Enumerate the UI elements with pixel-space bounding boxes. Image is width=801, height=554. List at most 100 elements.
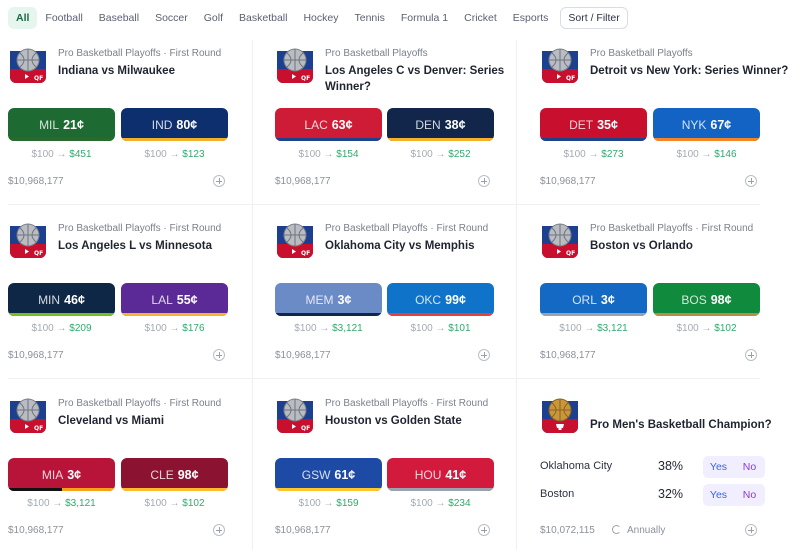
add-icon[interactable] bbox=[478, 349, 490, 361]
payout-text: $100 → $209 bbox=[31, 323, 92, 334]
market-title[interactable]: Houston vs Golden State bbox=[325, 413, 525, 429]
market-card[interactable]: QF Pro Basketball Playoffs · First Round… bbox=[8, 394, 263, 554]
market-title[interactable]: Detroit vs New York: Series Winner? bbox=[590, 63, 790, 79]
tab-golf[interactable]: Golf bbox=[196, 7, 231, 29]
market-subtitle: Pro Basketball Playoffs bbox=[325, 48, 428, 59]
add-icon[interactable] bbox=[745, 349, 757, 361]
svg-text:QF: QF bbox=[34, 425, 43, 432]
option-button[interactable]: OKC 99¢ bbox=[387, 283, 494, 316]
option-button[interactable]: ORL 3¢ bbox=[540, 283, 647, 316]
basketball-logo-icon: QF bbox=[8, 397, 48, 437]
option-button[interactable]: DET 35¢ bbox=[540, 108, 647, 141]
payout-text: $100 → $159 bbox=[298, 498, 359, 509]
option-button[interactable]: MEM 3¢ bbox=[275, 283, 382, 316]
tab-hockey[interactable]: Hockey bbox=[295, 7, 346, 29]
basketball-logo-icon: QF bbox=[275, 222, 315, 262]
market-title[interactable]: Los Angeles L vs Minnesota bbox=[58, 238, 258, 254]
option-button[interactable]: NYK 67¢ bbox=[653, 108, 760, 141]
team-abbr: OKC bbox=[415, 292, 442, 307]
category-tabs: All Football Baseball Soccer Golf Basket… bbox=[8, 7, 628, 29]
option-button[interactable]: MIN 46¢ bbox=[8, 283, 115, 316]
outcome-row: Boston 32% Yes No bbox=[540, 484, 765, 506]
champion-card[interactable]: Pro Men's Basketball Champion? Oklahoma … bbox=[540, 394, 795, 554]
price: 61¢ bbox=[334, 467, 356, 482]
market-title[interactable]: Indiana vs Milwaukee bbox=[58, 63, 258, 79]
payout-text: $100 → $252 bbox=[410, 149, 471, 160]
tab-basketball[interactable]: Basketball bbox=[231, 7, 295, 29]
add-icon[interactable] bbox=[745, 524, 757, 536]
price: 98¢ bbox=[177, 467, 199, 482]
yes-button[interactable]: Yes bbox=[703, 484, 734, 506]
option-button[interactable]: DEN 38¢ bbox=[387, 108, 494, 141]
repeat-icon bbox=[612, 525, 621, 534]
sort-filter-button[interactable]: Sort / Filter bbox=[560, 7, 628, 29]
basketball-logo-icon: QF bbox=[275, 397, 315, 437]
option-button[interactable]: GSW 61¢ bbox=[275, 458, 382, 491]
yes-button[interactable]: Yes bbox=[703, 456, 734, 478]
tab-all[interactable]: All bbox=[8, 7, 38, 29]
add-icon[interactable] bbox=[213, 175, 225, 187]
add-icon[interactable] bbox=[478, 175, 490, 187]
team-abbr: ORL bbox=[572, 292, 597, 307]
team-abbr: LAC bbox=[304, 117, 328, 132]
tab-cricket[interactable]: Cricket bbox=[456, 7, 505, 29]
market-subtitle: Pro Basketball Playoffs bbox=[590, 48, 693, 59]
market-title[interactable]: Boston vs Orlando bbox=[590, 238, 790, 254]
market-title[interactable]: Los Angeles C vs Denver: Series Winner? bbox=[325, 63, 525, 95]
option-button[interactable]: HOU 41¢ bbox=[387, 458, 494, 491]
add-icon[interactable] bbox=[213, 524, 225, 536]
option-button[interactable]: LAC 63¢ bbox=[275, 108, 382, 141]
option-button[interactable]: LAL 55¢ bbox=[121, 283, 228, 316]
outcome-chance: 32% bbox=[658, 487, 684, 501]
svg-text:QF: QF bbox=[301, 425, 310, 432]
price: 67¢ bbox=[710, 117, 732, 132]
market-card[interactable]: QF Pro Basketball Playoffs · First Round… bbox=[8, 44, 263, 216]
tab-soccer[interactable]: Soccer bbox=[147, 7, 196, 29]
team-abbr: DEN bbox=[415, 117, 441, 132]
basketball-logo-icon: QF bbox=[8, 47, 48, 87]
market-card[interactable]: QF Pro Basketball Playoffs Los Angeles C… bbox=[275, 44, 530, 216]
price: 55¢ bbox=[176, 292, 198, 307]
option-button[interactable]: MIA 3¢ bbox=[8, 458, 115, 491]
payout-text: $100 → $101 bbox=[410, 323, 471, 334]
payout-text: $100 → $273 bbox=[563, 149, 624, 160]
recurrence: Annually bbox=[612, 525, 665, 536]
market-card[interactable]: QF Pro Basketball Playoffs Detroit vs Ne… bbox=[540, 44, 795, 216]
tab-esports[interactable]: Esports bbox=[505, 7, 557, 29]
add-icon[interactable] bbox=[478, 524, 490, 536]
tab-formula-1[interactable]: Formula 1 bbox=[393, 7, 456, 29]
tab-football[interactable]: Football bbox=[37, 7, 90, 29]
price: 35¢ bbox=[597, 117, 618, 132]
market-card[interactable]: QF Pro Basketball Playoffs · First Round… bbox=[8, 219, 263, 391]
team-abbr: IND bbox=[151, 117, 173, 132]
market-card[interactable]: QF Pro Basketball Playoffs · First Round… bbox=[275, 219, 530, 391]
volume: $10,968,177 bbox=[540, 176, 596, 187]
market-title[interactable]: Pro Men's Basketball Champion? bbox=[590, 419, 772, 431]
option-button[interactable]: MIL 21¢ bbox=[8, 108, 115, 141]
add-icon[interactable] bbox=[213, 349, 225, 361]
team-abbr: MIN bbox=[38, 292, 61, 307]
volume: $10,968,177 bbox=[8, 176, 64, 187]
option-button[interactable]: CLE 98¢ bbox=[121, 458, 228, 491]
price: 21¢ bbox=[63, 117, 84, 132]
market-subtitle: Pro Basketball Playoffs · First Round bbox=[325, 398, 489, 409]
no-button[interactable]: No bbox=[734, 484, 765, 506]
tab-tennis[interactable]: Tennis bbox=[346, 7, 392, 29]
price: 3¢ bbox=[600, 292, 615, 307]
option-button[interactable]: BOS 98¢ bbox=[653, 283, 760, 316]
price: 99¢ bbox=[445, 292, 466, 307]
volume: $10,968,177 bbox=[8, 350, 64, 361]
yes-no-toggle: Yes No bbox=[703, 456, 765, 478]
market-subtitle: Pro Basketball Playoffs · First Round bbox=[58, 223, 222, 234]
market-card[interactable]: QF Pro Basketball Playoffs · First Round… bbox=[275, 394, 530, 554]
team-abbr: NYK bbox=[681, 117, 707, 132]
tab-baseball[interactable]: Baseball bbox=[91, 7, 147, 29]
option-button[interactable]: IND 80¢ bbox=[121, 108, 228, 141]
add-icon[interactable] bbox=[745, 175, 757, 187]
market-card[interactable]: QF Pro Basketball Playoffs · First Round… bbox=[540, 219, 795, 391]
outcome-row: Oklahoma City 38% Yes No bbox=[540, 456, 765, 478]
volume: $10,968,177 bbox=[275, 525, 331, 536]
market-title[interactable]: Oklahoma City vs Memphis bbox=[325, 238, 525, 254]
market-title[interactable]: Cleveland vs Miami bbox=[58, 413, 258, 429]
no-button[interactable]: No bbox=[734, 456, 765, 478]
